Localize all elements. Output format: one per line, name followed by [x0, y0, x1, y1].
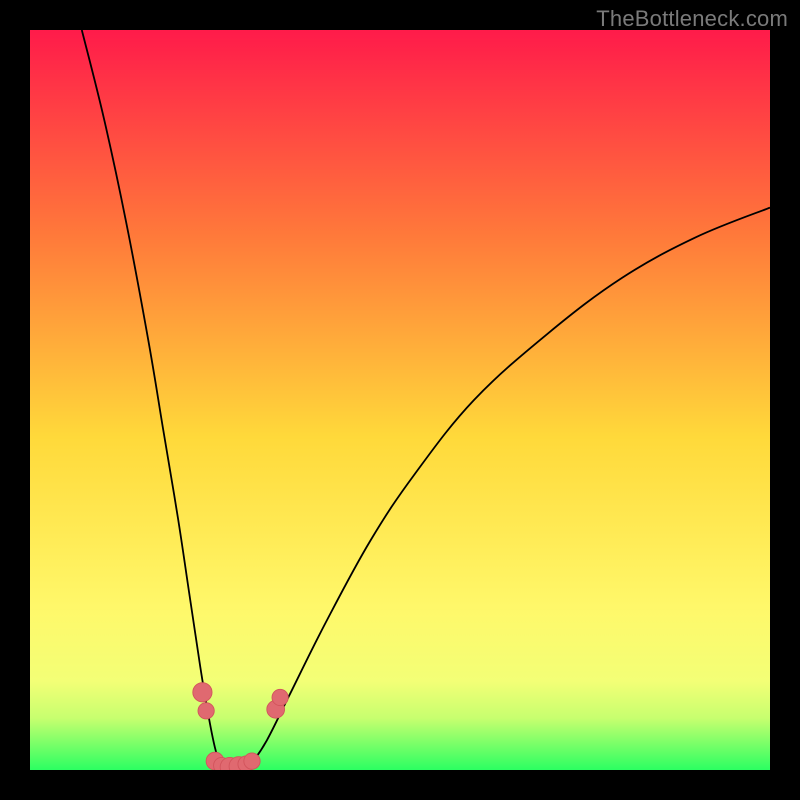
- data-marker: [193, 683, 212, 702]
- data-marker: [272, 689, 288, 705]
- chart-svg: [30, 30, 770, 770]
- data-marker: [244, 753, 260, 769]
- plot-area: [30, 30, 770, 770]
- gradient-background: [30, 30, 770, 770]
- watermark-text: TheBottleneck.com: [596, 6, 788, 32]
- data-marker: [198, 703, 214, 719]
- chart-container: TheBottleneck.com: [0, 0, 800, 800]
